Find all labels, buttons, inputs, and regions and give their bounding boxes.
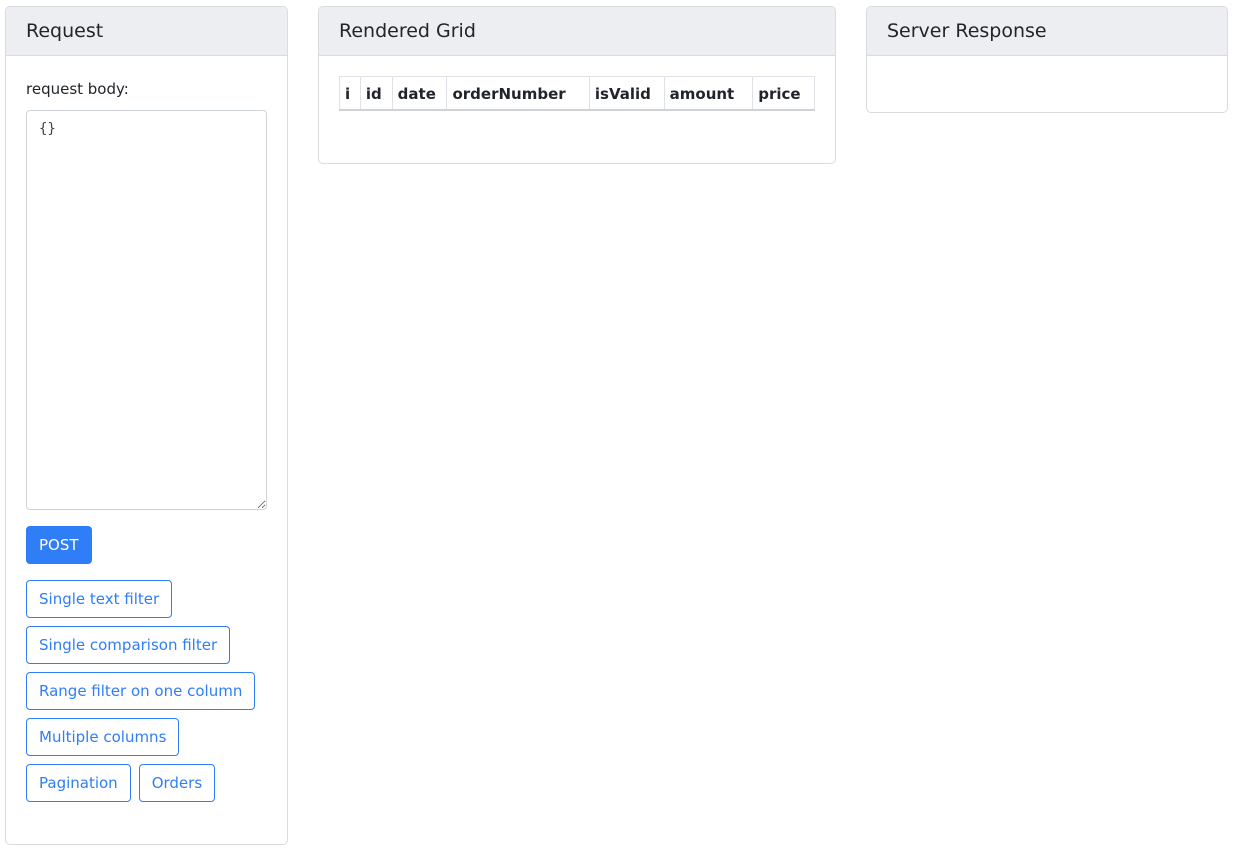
- range-filter-button[interactable]: Range filter on one column: [26, 672, 256, 710]
- column-header-amount[interactable]: amount: [663, 76, 754, 111]
- rendered-grid-title: Rendered Grid: [319, 7, 835, 56]
- post-button[interactable]: POST: [26, 526, 92, 564]
- column-header-date[interactable]: date: [391, 76, 448, 111]
- single-comparison-filter-button[interactable]: Single comparison filter: [26, 626, 231, 664]
- request-panel-title: Request: [6, 7, 287, 56]
- request-panel: Request request body: POST Single text f…: [5, 6, 288, 845]
- orders-button[interactable]: Orders: [138, 764, 216, 802]
- server-response-panel: Server Response: [866, 6, 1228, 113]
- column-header-isvalid[interactable]: isValid: [588, 76, 665, 111]
- single-text-filter-button[interactable]: Single text filter: [26, 580, 173, 618]
- server-response-title: Server Response: [867, 7, 1227, 56]
- request-body-label: request body:: [26, 80, 129, 98]
- column-header-i[interactable]: i: [339, 76, 361, 111]
- data-grid-table: i id date orderNumber isValid amount pri…: [339, 76, 815, 111]
- request-body-textarea[interactable]: [26, 110, 267, 510]
- server-response-body: [867, 56, 1227, 96]
- rendered-grid-panel: Rendered Grid i id date orderNumber isVa…: [318, 6, 836, 164]
- multiple-columns-button[interactable]: Multiple columns: [26, 718, 180, 756]
- column-header-ordernumber[interactable]: orderNumber: [446, 76, 590, 111]
- pagination-button[interactable]: Pagination: [26, 764, 131, 802]
- grid-header-row: i id date orderNumber isValid amount pri…: [339, 76, 815, 111]
- column-header-price[interactable]: price: [752, 76, 815, 111]
- column-header-id[interactable]: id: [359, 76, 393, 111]
